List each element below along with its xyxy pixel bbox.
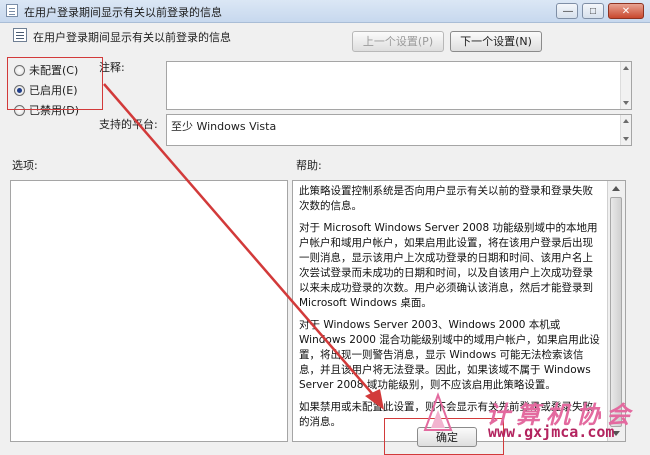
help-paragraph: 对于 Microsoft Windows Server 2008 功能级别域中的… xyxy=(299,222,598,309)
policy-name: 在用户登录期间显示有关以前登录的信息 xyxy=(33,31,231,44)
scroll-up-arrow-icon[interactable] xyxy=(612,186,620,191)
minimize-button[interactable]: — xyxy=(556,3,578,19)
next-setting-button[interactable]: 下一个设置(N) xyxy=(450,31,542,52)
comment-scrollbar[interactable] xyxy=(620,62,631,109)
close-button[interactable]: ✕ xyxy=(608,3,644,19)
help-paragraph: 对于 Windows Server 2003、Windows 2000 本机或 … xyxy=(299,319,600,391)
platform-textbox: 至少 Windows Vista xyxy=(166,114,632,146)
platform-value: 至少 Windows Vista xyxy=(171,120,277,133)
maximize-button[interactable]: □ xyxy=(582,3,604,19)
platform-scrollbar[interactable] xyxy=(620,115,631,145)
previous-setting-button[interactable]: 上一个设置(P) xyxy=(352,31,444,52)
help-label: 帮助: xyxy=(296,159,322,172)
scroll-thumb[interactable] xyxy=(610,197,622,427)
annotation-highlight-box xyxy=(7,57,103,110)
help-paragraph: 此策略设置控制系统是否向用户显示有关以前的登录和登录失败次数的信息。 xyxy=(299,185,593,212)
comment-label: 注释: xyxy=(99,61,125,74)
policy-window-icon xyxy=(6,4,18,17)
window-title: 在用户登录期间显示有关以前登录的信息 xyxy=(24,6,222,19)
options-pane xyxy=(10,180,288,442)
comment-textbox[interactable] xyxy=(166,61,632,110)
platform-label: 支持的平台: xyxy=(99,118,158,131)
title-bar: 在用户登录期间显示有关以前登录的信息 — □ ✕ xyxy=(0,0,650,23)
options-label: 选项: xyxy=(12,159,38,172)
watermark-url: www.gxjmca.com xyxy=(488,423,615,441)
policy-setting-icon xyxy=(13,28,27,42)
